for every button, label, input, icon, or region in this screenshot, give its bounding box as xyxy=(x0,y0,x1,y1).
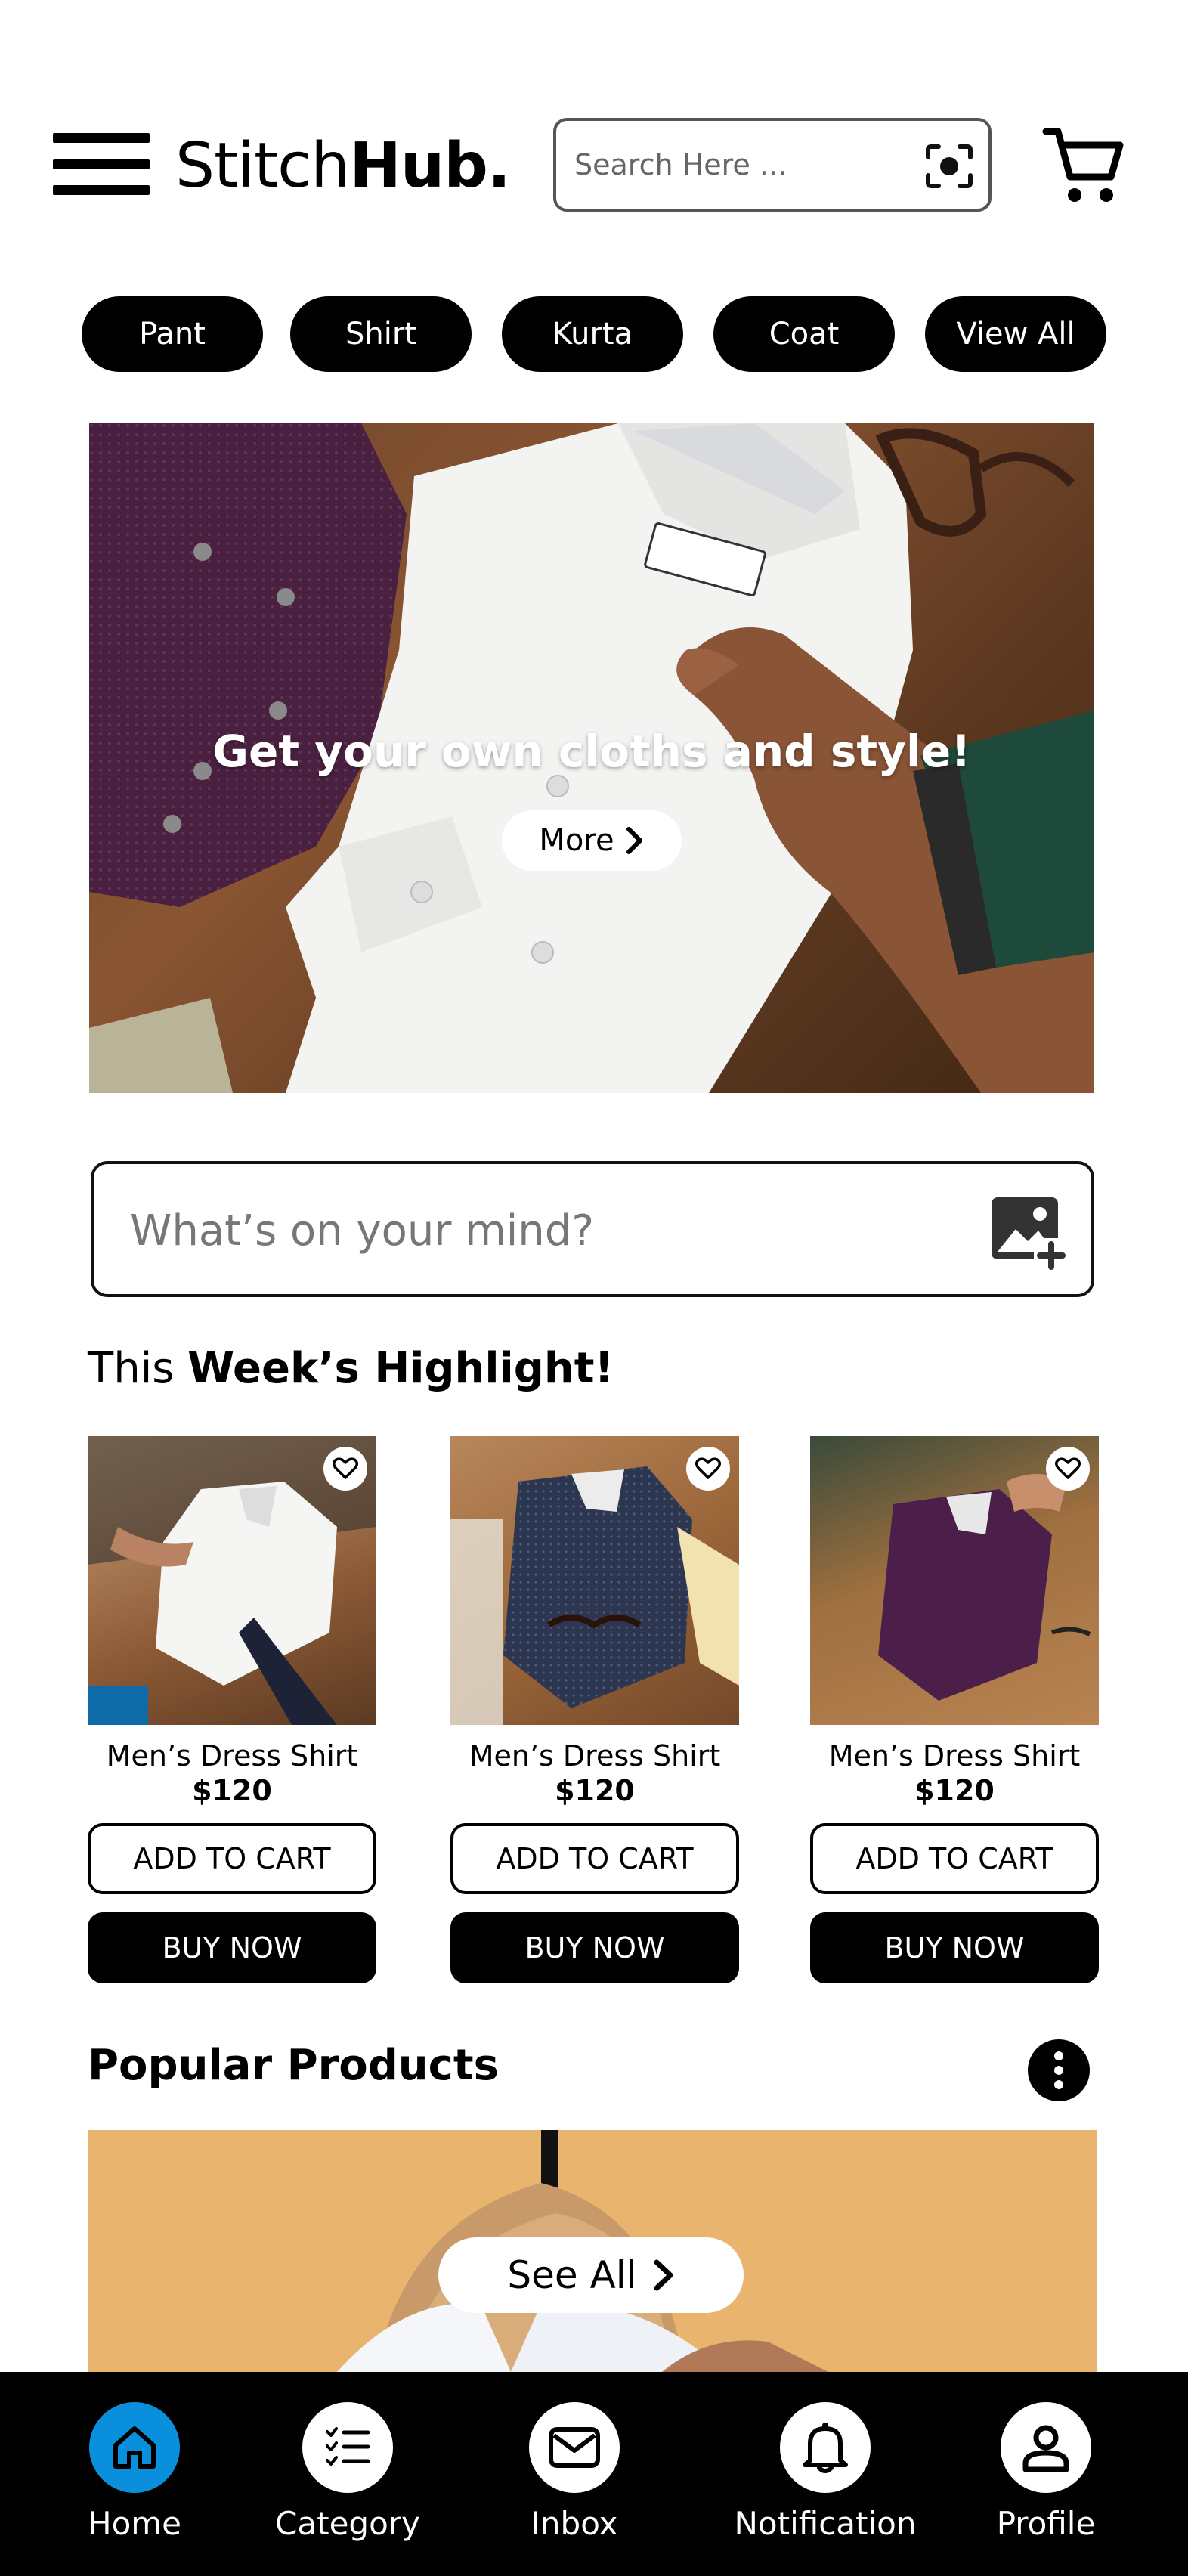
product-name: Men’s Dress Shirt xyxy=(469,1739,721,1773)
hero-more-label: More xyxy=(539,823,614,858)
brand-logo: StitchHub. xyxy=(175,128,511,204)
popular-products-banner[interactable]: See All xyxy=(88,2130,1097,2372)
search-input[interactable] xyxy=(573,136,920,194)
nav-item-inbox[interactable]: Inbox xyxy=(476,2402,673,2561)
category-chip-kurta[interactable]: Kurta xyxy=(502,296,683,372)
nav-label-notification: Notification xyxy=(734,2505,917,2542)
nav-item-profile[interactable]: Profile xyxy=(948,2402,1144,2561)
highlights-title-light: This xyxy=(88,1344,175,1393)
add-to-cart-button[interactable]: ADD TO CART xyxy=(450,1823,739,1894)
more-options-icon[interactable] xyxy=(1028,2039,1090,2101)
add-to-cart-button[interactable]: ADD TO CART xyxy=(88,1823,376,1894)
favorite-heart-icon[interactable] xyxy=(686,1447,730,1491)
hero-banner[interactable]: Get your own cloths and style! More xyxy=(89,423,1094,1093)
nav-item-home[interactable]: Home xyxy=(36,2402,233,2561)
product-name: Men’s Dress Shirt xyxy=(106,1739,358,1773)
category-list-icon xyxy=(302,2402,393,2493)
highlights-title: This Week’s Highlight! xyxy=(88,1344,614,1393)
favorite-heart-icon[interactable] xyxy=(323,1447,367,1491)
highlights-title-bold: Week’s Highlight! xyxy=(187,1344,614,1393)
favorite-heart-icon[interactable] xyxy=(1046,1447,1090,1491)
nav-item-notification[interactable]: Notification xyxy=(727,2402,923,2561)
add-image-icon[interactable] xyxy=(985,1191,1069,1274)
category-chip-pant[interactable]: Pant xyxy=(82,296,263,372)
mail-icon xyxy=(529,2402,620,2493)
buy-now-button[interactable]: BUY NOW xyxy=(88,1912,376,1983)
profile-icon xyxy=(1001,2402,1091,2493)
nav-item-category[interactable]: Category xyxy=(249,2402,446,2561)
product-card: Men’s Dress Shirt $120 ADD TO CART BUY N… xyxy=(88,1436,376,1983)
buy-now-button[interactable]: BUY NOW xyxy=(810,1912,1099,1983)
product-image[interactable] xyxy=(88,1436,376,1725)
hamburger-menu-icon[interactable] xyxy=(53,133,150,195)
popular-products-title: Popular Products xyxy=(88,2041,499,2090)
brand-logo-bold: Hub. xyxy=(349,130,511,202)
bell-icon xyxy=(780,2402,871,2493)
hero-title: Get your own cloths and style! xyxy=(212,726,971,777)
see-all-button[interactable]: See All xyxy=(438,2237,744,2313)
product-price: $120 xyxy=(555,1774,635,1807)
bottom-navigation-bar: Home Category Inbox Notification Profile xyxy=(0,2372,1188,2576)
product-image[interactable] xyxy=(810,1436,1099,1725)
nav-label-category: Category xyxy=(275,2505,420,2542)
search-bar xyxy=(553,118,992,212)
nav-label-profile: Profile xyxy=(996,2505,1096,2542)
category-chip-shirt[interactable]: Shirt xyxy=(290,296,472,372)
nav-label-home: Home xyxy=(87,2505,182,2542)
category-chip-coat[interactable]: Coat xyxy=(713,296,895,372)
hero-more-button[interactable]: More xyxy=(502,810,682,871)
nav-label-inbox: Inbox xyxy=(531,2505,618,2542)
product-image[interactable] xyxy=(450,1436,739,1725)
see-all-label: See All xyxy=(507,2253,637,2297)
post-composer xyxy=(91,1161,1094,1297)
brand-logo-light: Stitch xyxy=(175,130,350,202)
chevron-right-icon xyxy=(654,2259,673,2291)
product-card: Men’s Dress Shirt $120 ADD TO CART BUY N… xyxy=(450,1436,739,1983)
product-price: $120 xyxy=(914,1774,995,1807)
post-composer-input[interactable] xyxy=(128,1194,884,1267)
product-name: Men’s Dress Shirt xyxy=(828,1739,1081,1773)
shopping-cart-icon[interactable] xyxy=(1041,122,1125,206)
add-to-cart-button[interactable]: ADD TO CART xyxy=(810,1823,1099,1894)
chevron-right-icon xyxy=(626,827,642,854)
product-card: Men’s Dress Shirt $120 ADD TO CART BUY N… xyxy=(810,1436,1099,1983)
home-icon xyxy=(89,2402,180,2493)
image-scan-icon[interactable] xyxy=(923,142,975,190)
product-price: $120 xyxy=(192,1774,272,1807)
category-chip-view-all[interactable]: View All xyxy=(925,296,1106,372)
buy-now-button[interactable]: BUY NOW xyxy=(450,1912,739,1983)
